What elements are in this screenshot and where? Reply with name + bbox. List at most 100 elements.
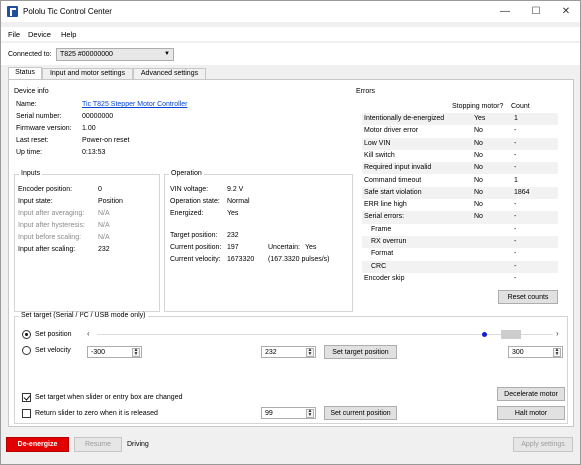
target-position-label: Target position: <box>170 232 218 239</box>
encoder-position-value: 0 <box>98 186 102 193</box>
menu-file[interactable]: File <box>8 30 20 39</box>
input-before-scaling-label: Input before scaling: <box>18 234 82 241</box>
error-row: Kill switch No - <box>362 150 558 162</box>
operation-group: Operation VIN voltage: 9.2 V Operation s… <box>164 170 353 312</box>
error-count: - <box>514 127 517 135</box>
last-reset-value: Power-on reset <box>82 137 130 144</box>
current-velocity-pps: (167.3320 pulses/s) <box>268 256 330 263</box>
error-name: Safe start violation <box>364 188 422 196</box>
input-after-hysteresis-value: N/A <box>98 222 110 229</box>
input-after-hysteresis-label: Input after hysteresis: <box>18 222 85 229</box>
input-after-scaling-value: 232 <box>98 246 110 253</box>
operation-state-label: Operation state: <box>170 198 220 205</box>
resume-button[interactable]: Resume <box>74 437 122 452</box>
input-after-averaging-value: N/A <box>98 210 110 217</box>
error-name: Encoder skip <box>364 274 405 282</box>
set-target-on-change-checkbox[interactable] <box>22 393 31 402</box>
error-row: Format - <box>362 248 558 260</box>
error-name: Low VIN <box>364 139 391 147</box>
error-stopping-motor: No <box>474 127 483 135</box>
slider-max-spinbox[interactable]: 300 ▲ ▼ <box>508 346 563 358</box>
error-row: Motor driver error No - <box>362 125 558 137</box>
device-select[interactable]: T825 #00000000 ▼ <box>56 48 174 61</box>
error-count: - <box>514 139 517 147</box>
current-velocity-value: 1673320 <box>227 256 255 263</box>
slider-thumb[interactable] <box>501 330 522 339</box>
error-name: Format <box>371 250 394 258</box>
spin-arrows-icon[interactable]: ▲ ▼ <box>553 348 561 357</box>
halt-motor-button[interactable]: Halt motor <box>497 406 565 420</box>
device-select-value: T825 #00000000 <box>60 51 113 58</box>
minimize-button[interactable]: — <box>491 1 519 22</box>
serial-number-value: 00000000 <box>82 113 114 120</box>
error-name: RX overrun <box>371 238 407 245</box>
input-after-averaging-label: Input after averaging: <box>18 210 85 217</box>
energized-value: Yes <box>227 210 239 217</box>
spin-arrows-icon[interactable]: ▲ ▼ <box>306 348 314 357</box>
error-row: Frame - <box>362 224 558 236</box>
up-time-value: 0:13:53 <box>82 149 106 156</box>
encoder-position-label: Encoder position: <box>18 186 73 193</box>
error-name: Motor driver error <box>364 127 419 135</box>
set-current-position-button[interactable]: Set current position <box>324 406 397 420</box>
error-row: Required input invalid No - <box>362 162 558 175</box>
set-position-radio[interactable] <box>22 330 31 339</box>
set-target-group: Set target (Serial / I²C / USB mode only… <box>14 312 568 424</box>
return-slider-checkbox[interactable] <box>22 409 31 418</box>
current-position-entry: 99 <box>265 410 273 417</box>
set-target-title: Set target (Serial / I²C / USB mode only… <box>19 312 148 319</box>
input-state-label: Input state: <box>18 198 53 205</box>
uncertain-label: Uncertain: <box>268 244 300 251</box>
title-bar: Pololu Tic Control Center — ☐ ✕ <box>1 1 580 22</box>
apply-settings-button[interactable]: Apply settings <box>513 437 573 452</box>
current-position-value: 197 <box>227 244 239 251</box>
error-row: Command timeout No 1 <box>362 175 558 187</box>
vin-voltage-label: VIN voltage: <box>170 186 209 193</box>
error-row: Serial errors: No - <box>362 211 558 224</box>
set-target-position-button[interactable]: Set target position <box>324 345 397 359</box>
connected-to-label: Connected to: <box>8 51 52 58</box>
current-position-spinbox[interactable]: 99 ▲ ▼ <box>261 407 316 419</box>
input-before-scaling-value: N/A <box>98 234 110 241</box>
error-name: ERR line high <box>364 201 407 209</box>
close-button[interactable]: ✕ <box>552 1 580 22</box>
stopping-motor-header: Stopping motor? <box>452 103 504 110</box>
slider-current-position-marker <box>482 332 488 337</box>
maximize-button[interactable]: ☐ <box>522 1 550 22</box>
error-name: Required input invalid <box>364 164 432 172</box>
set-velocity-label: Set velocity <box>35 347 71 354</box>
error-count: - <box>514 225 517 233</box>
spin-arrows-icon[interactable]: ▲ ▼ <box>306 409 314 418</box>
last-reset-label: Last reset: <box>16 137 49 144</box>
slider-left-arrow-icon[interactable]: ‹ <box>87 329 90 338</box>
slider-min-value: -300 <box>91 349 106 356</box>
error-row: RX overrun - <box>362 236 558 249</box>
reset-counts-button[interactable]: Reset counts <box>498 290 558 304</box>
set-velocity-radio[interactable] <box>22 346 31 355</box>
bottom-bar: De-energize Resume Driving Apply setting… <box>1 432 580 464</box>
spin-arrows-icon[interactable]: ▲ ▼ <box>132 348 140 357</box>
current-velocity-label: Current velocity: <box>170 256 221 263</box>
slider-right-arrow-icon[interactable]: › <box>556 329 559 338</box>
current-position-label: Current position: <box>170 244 222 251</box>
slider-min-spinbox[interactable]: -300 ▲ ▼ <box>87 346 142 358</box>
error-count: - <box>514 262 517 270</box>
target-position-value: 232 <box>227 232 239 239</box>
decelerate-motor-button[interactable]: Decelerate motor <box>497 387 565 401</box>
device-info-title: Device info <box>14 88 49 95</box>
menu-device[interactable]: Device <box>28 30 51 39</box>
error-stopping-motor: No <box>474 176 483 184</box>
error-stopping-motor: No <box>474 213 483 221</box>
target-entry-spinbox[interactable]: 232 ▲ ▼ <box>261 346 316 358</box>
error-count: - <box>514 201 517 209</box>
device-name-link[interactable]: Tic T825 Stepper Motor Controller <box>82 101 187 108</box>
error-count: 1864 <box>514 188 530 196</box>
deenergize-button[interactable]: De-energize <box>6 437 69 452</box>
motor-state-text: Driving <box>127 441 149 448</box>
error-count: - <box>514 213 517 221</box>
error-count: 1 <box>514 176 518 184</box>
vin-voltage-value: 9.2 V <box>227 186 244 193</box>
menu-help[interactable]: Help <box>61 30 76 39</box>
pololu-app-icon <box>7 6 18 17</box>
target-slider[interactable]: ‹ › <box>87 329 563 340</box>
